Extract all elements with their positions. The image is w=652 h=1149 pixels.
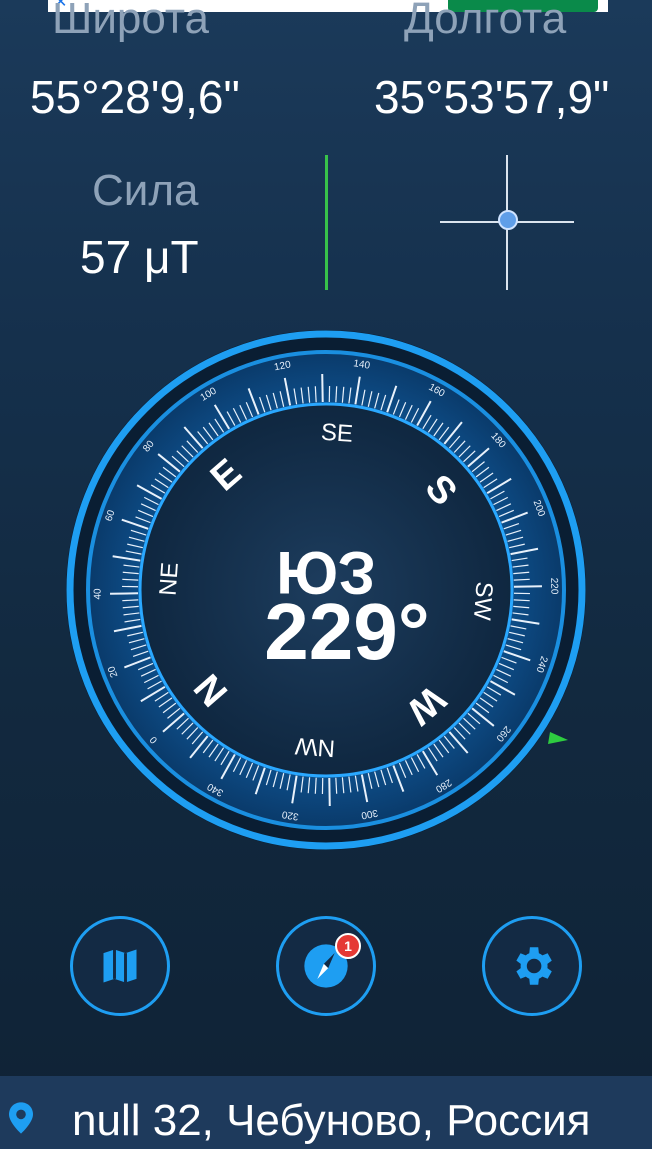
north-marker [548, 732, 568, 744]
tick-mark [122, 599, 139, 602]
tick-mark [122, 578, 139, 581]
degree-label: 220 [548, 578, 559, 595]
tick-mark [513, 578, 530, 581]
tick-mark [314, 777, 317, 794]
tick-mark [513, 599, 530, 602]
magnetic-force-value: 57 μT [80, 231, 199, 283]
cardinal-sw: SW [468, 581, 498, 622]
notification-badge: 1 [335, 933, 361, 959]
map-button[interactable] [70, 916, 170, 1016]
magnetic-force-label: Сила [92, 166, 199, 215]
cardinal-ne: NE [155, 561, 184, 596]
compass-button[interactable]: 1 [276, 916, 376, 1016]
current-address: null 32, Чебуново, Россия [72, 1096, 591, 1145]
level-bubble [498, 210, 518, 230]
cardinal-se: SE [320, 419, 354, 448]
tick-mark [314, 386, 317, 403]
map-icon [73, 919, 167, 1013]
longitude-label: Долгота [404, 0, 567, 43]
heading-degrees: 229° [264, 587, 430, 676]
latitude-value: 55°28'9,6" [30, 71, 240, 123]
latitude-label: Широта [52, 0, 210, 43]
tick-mark [335, 386, 338, 403]
settings-button[interactable] [482, 916, 582, 1016]
tilt-indicator-line [325, 155, 328, 290]
degree-label: 40 [93, 588, 104, 600]
longitude-value: 35°53'57,9" [374, 71, 610, 123]
location-pin-icon [6, 1100, 36, 1141]
gear-icon [485, 919, 579, 1013]
cardinal-nw: NW [294, 732, 336, 762]
tick-mark [335, 777, 338, 794]
compass-icon [279, 919, 373, 1013]
